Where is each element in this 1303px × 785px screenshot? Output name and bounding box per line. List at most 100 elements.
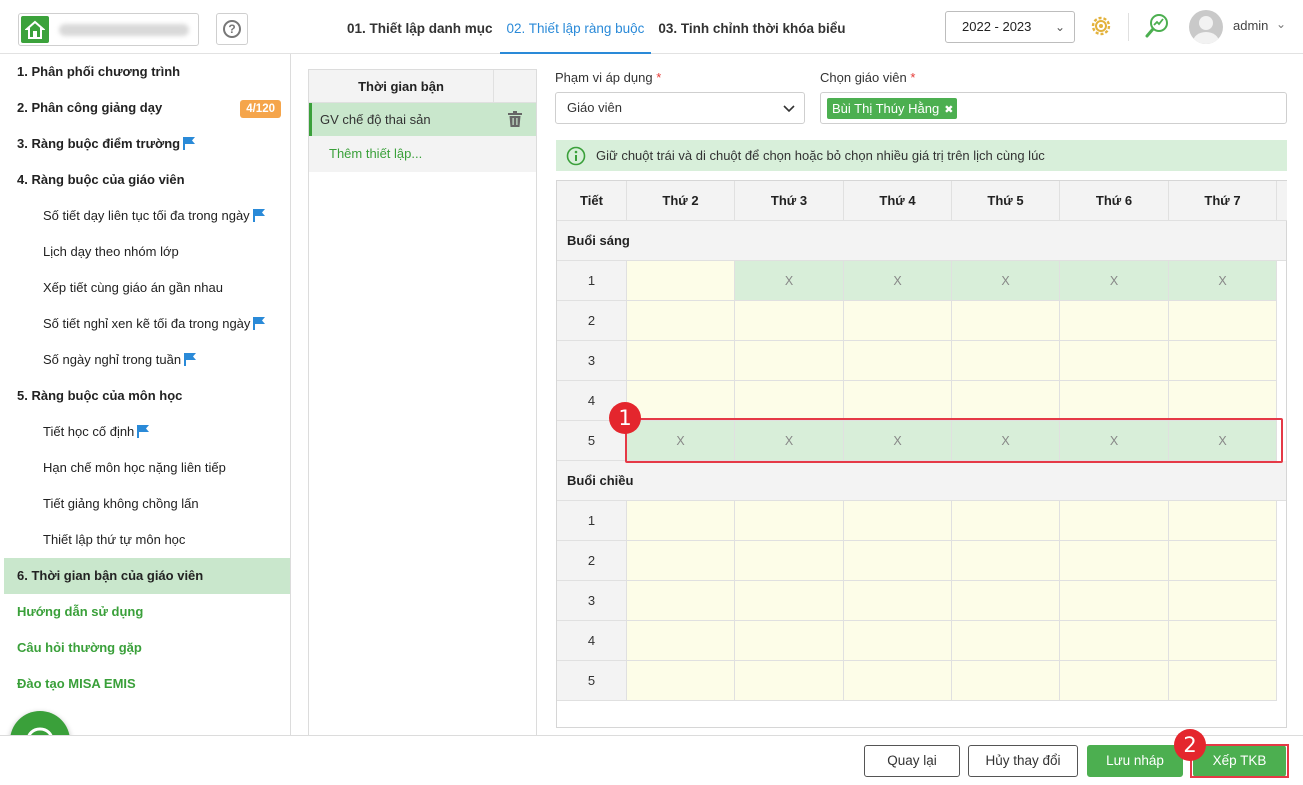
gear-icon[interactable] [1089, 14, 1113, 38]
grid-slot-free[interactable] [952, 621, 1060, 661]
grid-slot-free[interactable] [735, 541, 844, 581]
flag-icon [183, 136, 196, 150]
grid-slot-free[interactable] [952, 661, 1060, 701]
tab-catalog-setup[interactable]: 01. Thiết lập danh mục [340, 0, 500, 54]
grid-slot-free[interactable] [627, 501, 735, 541]
sidebar-item-max-consecutive[interactable]: Số tiết dạy liên tục tối đa trong ngày [4, 198, 290, 234]
sidebar-link-user-guide[interactable]: Hướng dẫn sử dụng [4, 594, 290, 630]
grid-slot-free[interactable] [1169, 501, 1277, 541]
username[interactable]: admin [1233, 18, 1268, 33]
remove-chip-icon[interactable]: ✖ [944, 104, 953, 116]
tab-timetable-adjust[interactable]: 03. Tinh chỉnh thời khóa biểu [651, 0, 852, 54]
grid-slot-free[interactable] [844, 301, 952, 341]
grid-slot-busy[interactable]: X [1169, 261, 1277, 301]
grid-slot-free[interactable] [1060, 621, 1169, 661]
grid-slot-free[interactable] [735, 621, 844, 661]
tab-constraint-setup[interactable]: 02. Thiết lập ràng buộc [499, 0, 652, 54]
scope-select[interactable]: Giáo viên [555, 92, 805, 124]
grid-slot-free[interactable] [1169, 661, 1277, 701]
grid-slot-free[interactable] [844, 661, 952, 701]
sidebar-item-fixed-period[interactable]: Tiết học cố định [4, 414, 290, 450]
sidebar-item-subject-constraint[interactable]: 5. Ràng buộc của môn học [4, 378, 290, 414]
sidebar-item-max-gaps[interactable]: Số tiết nghỉ xen kẽ tối đa trong ngày [4, 306, 290, 342]
sidebar-item-same-lesson-plan[interactable]: Xếp tiết cùng giáo án gần nhau [4, 270, 290, 306]
chevron-down-icon[interactable]: ⌄ [1276, 17, 1286, 31]
grid-slot-busy[interactable]: X [844, 261, 952, 301]
sidebar-item-days-off[interactable]: Số ngày nghỉ trong tuần [4, 342, 290, 378]
grid-period-cell: 1 [557, 501, 627, 541]
grid-slot-free[interactable] [1060, 301, 1169, 341]
grid-slot-free[interactable] [952, 381, 1060, 421]
grid-slot-free[interactable] [844, 621, 952, 661]
search-chart-icon[interactable] [1144, 13, 1170, 39]
sidebar-item-campus-constraint[interactable]: 3. Ràng buộc điểm trường [4, 126, 290, 162]
grid-slot-free[interactable] [1169, 381, 1277, 421]
grid-slot-free[interactable] [627, 381, 735, 421]
help-button[interactable]: ? [216, 13, 248, 45]
sidebar-link-training[interactable]: Đào tạo MISA EMIS [4, 666, 290, 702]
school-year-select[interactable]: 2022 - 2023 ⌄ [945, 11, 1075, 43]
sidebar-link-faq[interactable]: Câu hỏi thường gặp [4, 630, 290, 666]
grid-slot-free[interactable] [844, 541, 952, 581]
grid-slot-free[interactable] [627, 581, 735, 621]
grid-slot-free[interactable] [844, 381, 952, 421]
grid-slot-free[interactable] [627, 301, 735, 341]
flag-icon [137, 424, 150, 438]
grid-slot-free[interactable] [735, 301, 844, 341]
grid-slot-free[interactable] [627, 261, 735, 301]
trash-icon[interactable] [508, 111, 522, 127]
grid-slot-free[interactable] [627, 341, 735, 381]
grid-slot-free[interactable] [1060, 581, 1169, 621]
grid-slot-busy[interactable]: X [952, 261, 1060, 301]
grid-slot-free[interactable] [952, 341, 1060, 381]
grid-slot-free[interactable] [627, 661, 735, 701]
school-selector[interactable] [18, 13, 199, 46]
grid-slot-free[interactable] [1060, 341, 1169, 381]
sidebar-item-teacher-busy-time[interactable]: 6. Thời gian bận của giáo viên [4, 558, 290, 594]
sidebar-item-teaching-assignment[interactable]: 2. Phân công giảng dạy 4/120 [4, 90, 290, 126]
grid-slot-free[interactable] [627, 541, 735, 581]
grid-slot-free[interactable] [627, 621, 735, 661]
avatar[interactable] [1189, 10, 1223, 44]
grid-slot-free[interactable] [1169, 301, 1277, 341]
grid-slot-free[interactable] [844, 341, 952, 381]
sidebar-item-class-group-schedule[interactable]: Lịch dạy theo nhóm lớp [4, 234, 290, 270]
grid-slot-free[interactable] [735, 381, 844, 421]
busy-time-settings-list: Thời gian bận GV chế độ thai sản Thêm th… [308, 69, 537, 735]
grid-slot-free[interactable] [1060, 501, 1169, 541]
sidebar-item-subject-order[interactable]: Thiết lập thứ tự môn học [4, 522, 290, 558]
grid-slot-busy[interactable]: X [1060, 261, 1169, 301]
grid-slot-free[interactable] [735, 661, 844, 701]
grid-slot-free[interactable] [844, 581, 952, 621]
grid-slot-free[interactable] [735, 501, 844, 541]
save-draft-button[interactable]: Lưu nháp [1087, 745, 1183, 777]
cancel-changes-button[interactable]: Hủy thay đổi [968, 745, 1078, 777]
grid-slot-free[interactable] [952, 501, 1060, 541]
teacher-multiselect[interactable]: Bùi Thị Thúy Hằng ✖ [820, 92, 1287, 124]
teacher-chip[interactable]: Bùi Thị Thúy Hằng ✖ [827, 98, 958, 119]
grid-slot-free[interactable] [1169, 621, 1277, 661]
grid-slot-free[interactable] [1169, 541, 1277, 581]
sidebar-item-teacher-constraint[interactable]: 4. Ràng buộc của giáo viên [4, 162, 290, 198]
grid-slot-free[interactable] [735, 581, 844, 621]
grid-slot-free[interactable] [952, 301, 1060, 341]
settings-item-label: GV chế độ thai sản [320, 112, 431, 127]
sidebar-item-program-distribution[interactable]: 1. Phân phối chương trình [4, 54, 290, 90]
back-button[interactable]: Quay lại [864, 745, 960, 777]
sidebar-item-heavy-subjects[interactable]: Hạn chế môn học nặng liên tiếp [4, 450, 290, 486]
grid-slot-free[interactable] [952, 581, 1060, 621]
grid-slot-free[interactable] [735, 341, 844, 381]
settings-list-item[interactable]: GV chế độ thai sản [309, 103, 536, 136]
grid-slot-free[interactable] [1169, 581, 1277, 621]
grid-slot-free[interactable] [1060, 541, 1169, 581]
grid-slot-free[interactable] [1060, 381, 1169, 421]
add-setting-link[interactable]: Thêm thiết lập... [309, 136, 536, 172]
scope-value: Giáo viên [567, 100, 622, 115]
grid-slot-free[interactable] [952, 541, 1060, 581]
grid-slot-busy[interactable]: X [735, 261, 844, 301]
grid-slot-free[interactable] [844, 501, 952, 541]
grid-slot-free[interactable] [1169, 341, 1277, 381]
grid-period-cell: 3 [557, 341, 627, 381]
grid-slot-free[interactable] [1060, 661, 1169, 701]
sidebar-item-non-overlap[interactable]: Tiết giảng không chồng lấn [4, 486, 290, 522]
